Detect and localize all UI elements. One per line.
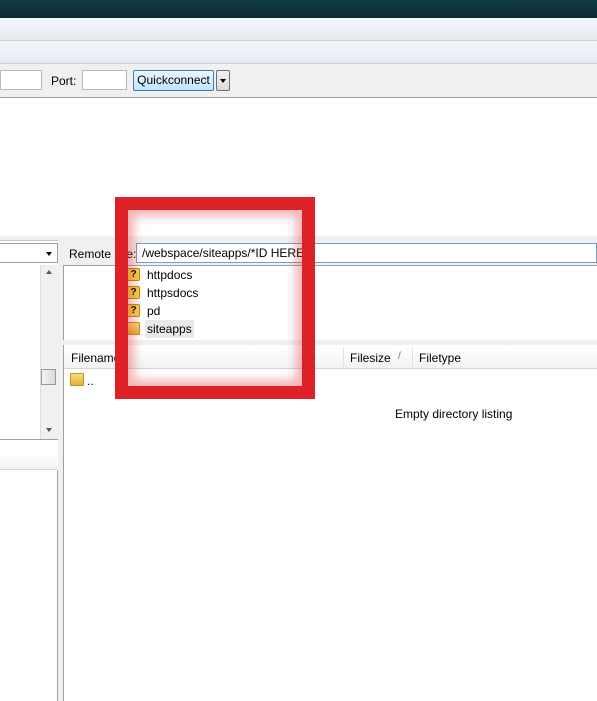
scrollbar-thumb[interactable] bbox=[41, 369, 56, 385]
quickconnect-button[interactable]: Quickconnect bbox=[133, 70, 214, 91]
menu-bar bbox=[0, 18, 597, 41]
column-filetype[interactable]: Filetype bbox=[419, 351, 461, 365]
sort-indicator-icon: / bbox=[398, 351, 401, 362]
highlight-frame bbox=[115, 197, 315, 399]
password-field[interactable] bbox=[0, 70, 42, 90]
local-tree-scrollbar[interactable] bbox=[40, 265, 58, 439]
column-filename[interactable]: Filename bbox=[71, 351, 120, 365]
local-site-combo[interactable] bbox=[0, 243, 58, 263]
chevron-down-icon bbox=[220, 79, 226, 83]
toolbar bbox=[0, 41, 597, 64]
chevron-down-icon bbox=[46, 252, 52, 256]
empty-listing-message: Empty directory listing bbox=[395, 407, 513, 421]
folder-icon bbox=[70, 373, 84, 386]
window-title-bar bbox=[0, 0, 597, 18]
quickconnect-history-dropdown[interactable] bbox=[216, 70, 230, 91]
local-filelist[interactable] bbox=[0, 470, 58, 701]
scroll-up-icon[interactable] bbox=[46, 270, 52, 274]
column-filesize[interactable]: Filesize bbox=[350, 351, 391, 365]
port-field[interactable] bbox=[82, 70, 127, 90]
local-filelist-header bbox=[0, 455, 57, 470]
scroll-down-icon[interactable] bbox=[46, 428, 52, 432]
parent-directory-item[interactable]: .. bbox=[87, 374, 94, 388]
port-label: Port: bbox=[51, 74, 77, 88]
